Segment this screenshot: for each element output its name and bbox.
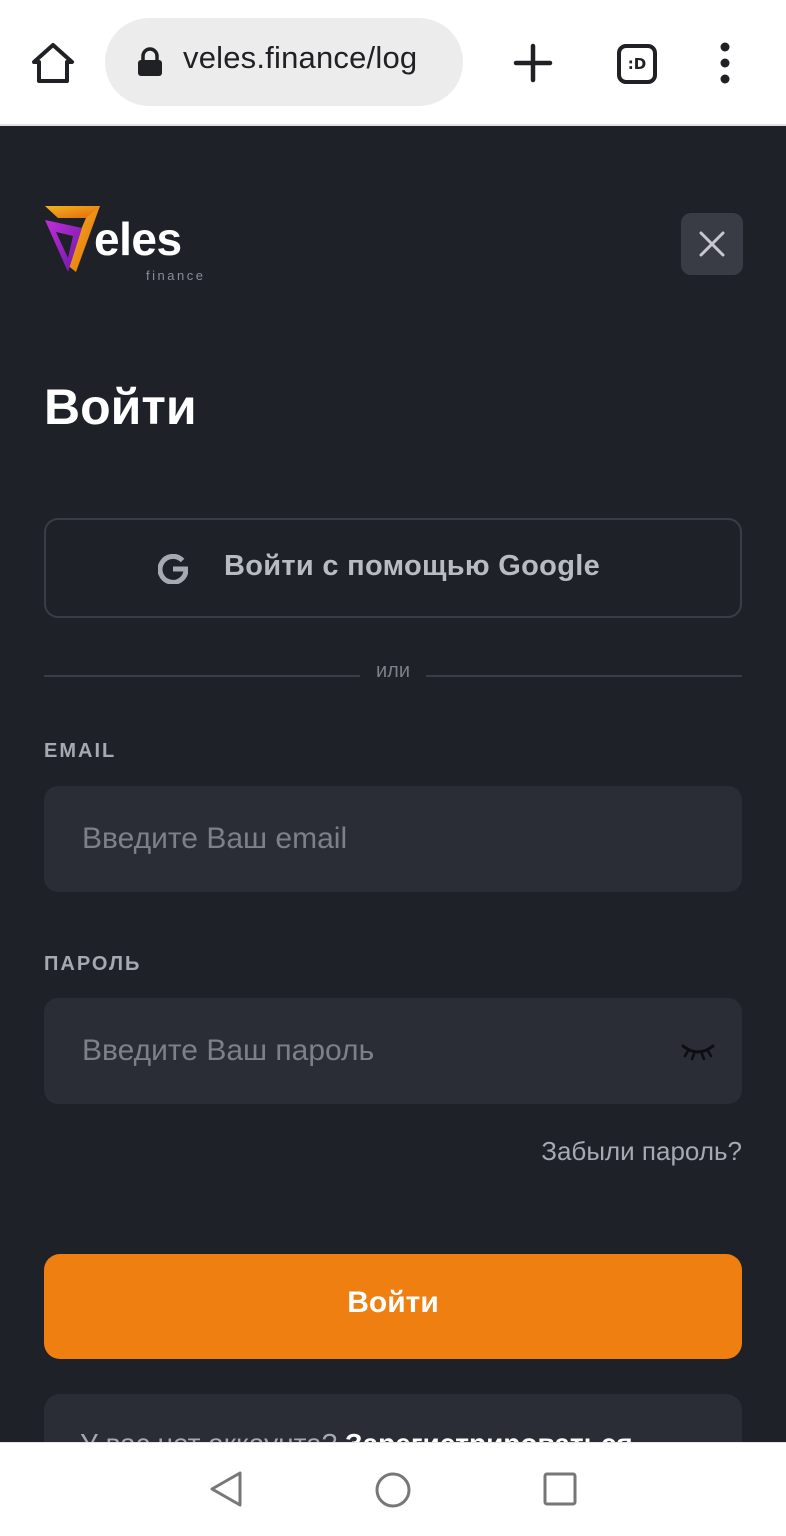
home-icon[interactable] bbox=[30, 40, 76, 86]
divider-line-right bbox=[426, 675, 742, 677]
email-label: EMAIL bbox=[44, 740, 117, 762]
password-label: ПАРОЛЬ bbox=[44, 953, 142, 975]
recent-apps-icon[interactable] bbox=[543, 1472, 577, 1506]
veles-logo[interactable]: eles finance bbox=[42, 204, 222, 286]
register-prompt: У вас нет аккаунта? Зарегистрироваться bbox=[80, 1428, 633, 1442]
google-icon bbox=[158, 554, 188, 584]
login-page: eles finance Войти Войти с помощью Googl… bbox=[0, 126, 786, 1442]
google-login-button[interactable]: Войти с помощью Google bbox=[44, 518, 742, 618]
home-circle-icon[interactable] bbox=[374, 1471, 412, 1509]
system-nav-bar bbox=[0, 1442, 786, 1536]
forgot-password-link[interactable]: Забыли пароль? bbox=[500, 1136, 742, 1167]
lock-icon bbox=[138, 47, 162, 76]
page-title: Войти bbox=[44, 379, 197, 435]
logo-wordmark: eles bbox=[94, 213, 182, 265]
tab-switcher-button[interactable]: :D bbox=[617, 44, 657, 84]
browser-toolbar: veles.finance/log :D bbox=[0, 0, 786, 126]
divider-line-left bbox=[44, 675, 360, 677]
login-button[interactable]: Войти bbox=[44, 1254, 742, 1359]
close-button[interactable] bbox=[681, 213, 743, 275]
google-login-label: Войти с помощью Google bbox=[224, 550, 600, 582]
divider-text: или bbox=[375, 660, 410, 682]
url-text: veles.finance/log bbox=[183, 40, 418, 75]
email-field[interactable] bbox=[44, 786, 742, 892]
password-field[interactable] bbox=[44, 998, 742, 1104]
more-menu-icon[interactable] bbox=[712, 40, 738, 86]
logo-subtitle: finance bbox=[146, 268, 206, 283]
register-link[interactable]: Зарегистрироваться bbox=[345, 1428, 633, 1442]
new-tab-icon[interactable] bbox=[510, 38, 556, 88]
back-icon[interactable] bbox=[206, 1469, 246, 1509]
login-button-label: Войти bbox=[347, 1286, 439, 1319]
register-question: У вас нет аккаунта? bbox=[80, 1428, 337, 1442]
register-panel: У вас нет аккаунта? Зарегистрироваться bbox=[44, 1394, 742, 1442]
address-bar[interactable]: veles.finance/log bbox=[105, 18, 463, 106]
eye-closed-icon[interactable] bbox=[680, 1038, 716, 1062]
close-icon bbox=[699, 231, 725, 257]
